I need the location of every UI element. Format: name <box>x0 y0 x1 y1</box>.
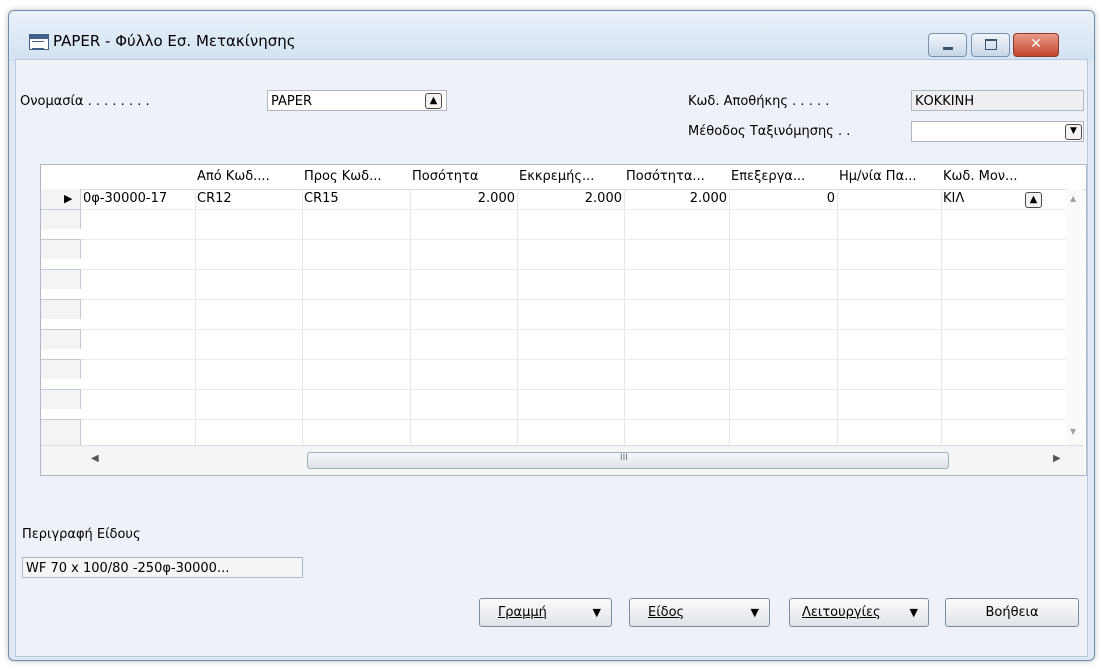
sort-method-select[interactable] <box>911 121 1084 142</box>
close-button[interactable]: ✕ <box>1013 33 1059 57</box>
app-window: PAPER - Φύλλο Εσ. Μετακίνησης ✕ Ονομασία… <box>8 10 1095 661</box>
col-header-date[interactable]: Ημ/νία Πα... <box>837 165 941 189</box>
item-description-label: Περιγραφή Είδους <box>22 527 141 542</box>
row-selector[interactable] <box>41 299 81 319</box>
grid-divider <box>837 189 838 445</box>
cell-uom[interactable]: ΚΙΛ <box>941 189 1021 209</box>
row-selector[interactable] <box>41 329 81 349</box>
sort-method-label: Μέθοδος Ταξινόμησης . . <box>688 124 851 139</box>
line-button-label: Γραμμή <box>498 605 547 620</box>
row-selector[interactable] <box>41 359 81 379</box>
journal-lines-grid: Από Κωδ.... Προς Κωδ... Ποσότητα Εκκρεμή… <box>40 164 1087 476</box>
col-header-qty-base[interactable]: Ποσότητα... <box>624 165 729 189</box>
grid-divider <box>195 189 196 445</box>
title-bar: PAPER - Φύλλο Εσ. Μετακίνησης ✕ <box>9 11 1094 61</box>
scroll-right-icon[interactable]: ▶ <box>1053 453 1061 464</box>
cell-processed[interactable]: 0 <box>729 189 837 209</box>
col-header-uom[interactable]: Κωδ. Μον... <box>941 165 1066 189</box>
grid-header: Από Κωδ.... Προς Κωδ... Ποσότητα Εκκρεμή… <box>41 165 1086 190</box>
grid-divider <box>81 329 1084 330</box>
row-selector[interactable] <box>41 209 81 229</box>
warehouse-field: ΚΟΚΚΙΝΗ <box>911 90 1084 111</box>
horizontal-scrollbar[interactable]: ◀ III ▶ <box>41 445 1084 475</box>
uom-lookup-icon[interactable]: ▲ <box>1025 192 1042 208</box>
grid-divider <box>81 419 1084 420</box>
col-header-doc[interactable] <box>81 165 195 189</box>
row-selector-current[interactable]: ▶ <box>41 189 81 209</box>
grid-divider <box>941 189 942 445</box>
col-header-outstanding[interactable]: Εκκρεμής... <box>517 165 624 189</box>
grid-divider <box>81 299 1084 300</box>
grid-divider <box>624 189 625 445</box>
row-selector[interactable] <box>41 419 81 445</box>
row-selector[interactable] <box>41 269 81 289</box>
cell-qty-base[interactable]: 2.000 <box>624 189 729 209</box>
grid-divider <box>81 389 1084 390</box>
functions-button[interactable]: Λειτουργίες ▼ <box>789 598 929 627</box>
grid-divider <box>517 189 518 445</box>
grip-icon: III <box>620 453 628 463</box>
chevron-down-icon: ▼ <box>750 606 759 619</box>
cell-to-bin[interactable]: CR15 <box>302 189 410 209</box>
row-selector[interactable] <box>41 239 81 259</box>
grid-divider <box>410 189 411 445</box>
scroll-left-icon[interactable]: ◀ <box>91 453 99 464</box>
grid-divider <box>729 189 730 445</box>
horizontal-scroll-thumb[interactable]: III <box>307 452 949 469</box>
col-header-to-bin[interactable]: Προς Κωδ... <box>302 165 410 189</box>
col-header-processed[interactable]: Επεξεργα... <box>729 165 837 189</box>
col-header-from-bin[interactable]: Από Κωδ.... <box>195 165 302 189</box>
chevron-down-icon: ▼ <box>592 606 601 619</box>
name-lookup-icon[interactable]: ▲ <box>425 93 442 109</box>
current-row-icon: ▶ <box>64 192 73 205</box>
form-icon <box>29 34 49 50</box>
grid-divider <box>81 269 1084 270</box>
grid-divider <box>81 239 1084 240</box>
maximize-button[interactable] <box>971 33 1010 57</box>
form-body: Ονομασία . . . . . . . . PAPER ▲ Κωδ. Απ… <box>15 59 1088 657</box>
window-title: PAPER - Φύλλο Εσ. Μετακίνησης <box>53 32 296 50</box>
grid-divider <box>302 189 303 445</box>
minimize-button[interactable] <box>928 33 967 57</box>
grid-divider <box>81 359 1084 360</box>
help-button-label: Βοήθεια <box>985 605 1039 620</box>
col-header-quantity[interactable]: Ποσότητα <box>410 165 517 189</box>
scroll-up-icon[interactable]: ▲ <box>1070 194 1076 203</box>
name-label: Ονομασία . . . . . . . . <box>20 94 150 109</box>
line-button[interactable]: Γραμμή ▼ <box>479 598 612 627</box>
cell-quantity[interactable]: 2.000 <box>410 189 517 209</box>
chevron-down-icon[interactable]: ▼ <box>1065 124 1082 140</box>
help-button[interactable]: Βοήθεια <box>945 598 1079 627</box>
cell-outstanding[interactable]: 2.000 <box>517 189 624 209</box>
row-selector[interactable] <box>41 389 81 409</box>
item-button[interactable]: Είδος ▼ <box>629 598 770 627</box>
close-icon: ✕ <box>1030 36 1042 52</box>
cell-date[interactable] <box>837 189 941 209</box>
cell-doc[interactable]: 0φ-30000-17 <box>81 189 195 209</box>
item-description-field: WF 70 x 100/80 -250φ-30000... <box>22 557 303 578</box>
grid-divider <box>81 209 1084 210</box>
vertical-scrollbar[interactable]: ▲ ▼ <box>1066 189 1083 445</box>
name-field[interactable]: PAPER <box>267 90 447 111</box>
cell-from-bin[interactable]: CR12 <box>195 189 302 209</box>
chevron-down-icon: ▼ <box>909 606 918 619</box>
item-button-label: Είδος <box>648 605 685 620</box>
scroll-down-icon[interactable]: ▼ <box>1070 427 1076 436</box>
warehouse-label: Κωδ. Αποθήκης . . . . . <box>688 94 830 109</box>
functions-button-label: Λειτουργίες <box>802 605 881 620</box>
